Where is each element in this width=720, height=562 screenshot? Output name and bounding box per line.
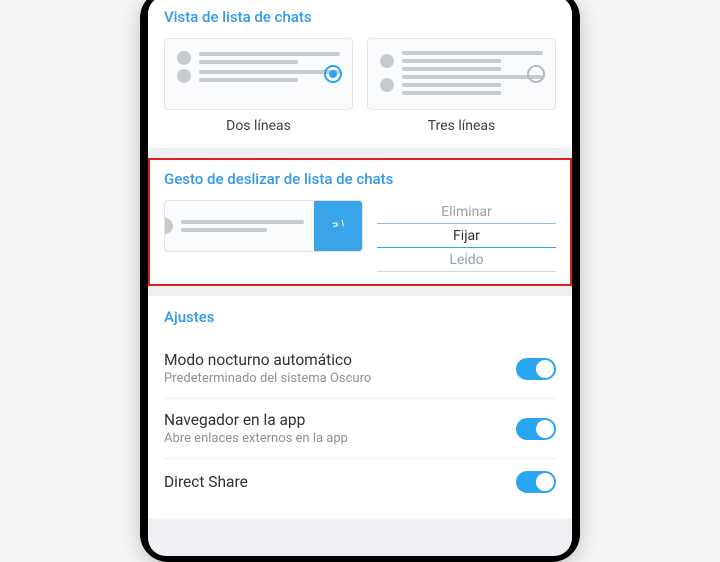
option-three-lines[interactable] [367, 38, 556, 110]
pin-icon [329, 215, 347, 237]
direct-share-title: Direct Share [164, 473, 248, 491]
swipe-gesture-preview [164, 200, 363, 252]
toggle-in-app-browser[interactable] [516, 418, 556, 440]
swipe-action-pin [314, 201, 362, 251]
section-chat-list-view: Vista de lista de chats [148, 0, 572, 148]
section-title-chat-list-view: Vista de lista de chats [164, 8, 556, 26]
section-swipe-gesture: Gesto de deslizar de lista de chats Elim… [148, 158, 572, 286]
chat-list-view-labels: Dos líneas Tres líneas [164, 118, 556, 134]
section-title-settings: Ajustes [164, 308, 556, 326]
swipe-option-delete[interactable]: Eliminar [377, 200, 556, 224]
option-two-lines[interactable] [164, 38, 353, 110]
settings-list: Modo nocturno automático Predeterminado … [164, 338, 556, 505]
phone-frame: Vista de lista de chats [140, 0, 580, 562]
toggle-direct-share[interactable] [516, 471, 556, 493]
swipe-option-pin[interactable]: Fijar [377, 224, 556, 248]
screen: Vista de lista de chats [148, 0, 572, 556]
swipe-gesture-options: Eliminar Fijar Leído [377, 200, 556, 272]
row-night-mode[interactable]: Modo nocturno automático Predeterminado … [164, 338, 556, 398]
swipe-gesture-row: Eliminar Fijar Leído [164, 200, 556, 272]
label-three-lines: Tres líneas [367, 118, 556, 134]
chat-list-view-options [164, 38, 556, 110]
label-two-lines: Dos líneas [164, 118, 353, 134]
row-in-app-browser[interactable]: Navegador en la app Abre enlaces externo… [164, 398, 556, 458]
section-settings: Ajustes Modo nocturno automático Predete… [148, 296, 572, 519]
night-mode-title: Modo nocturno automático [164, 351, 371, 369]
swipe-option-read[interactable]: Leído [377, 248, 556, 272]
browser-title: Navegador en la app [164, 411, 348, 429]
radio-unselected-icon [527, 65, 545, 83]
night-mode-subtitle: Predeterminado del sistema Oscuro [164, 371, 371, 386]
radio-selected-icon [324, 65, 342, 83]
toggle-night-mode[interactable] [516, 358, 556, 380]
browser-subtitle: Abre enlaces externos en la app [164, 431, 348, 446]
row-direct-share[interactable]: Direct Share [164, 458, 556, 505]
section-title-swipe-gesture: Gesto de deslizar de lista de chats [164, 170, 556, 188]
